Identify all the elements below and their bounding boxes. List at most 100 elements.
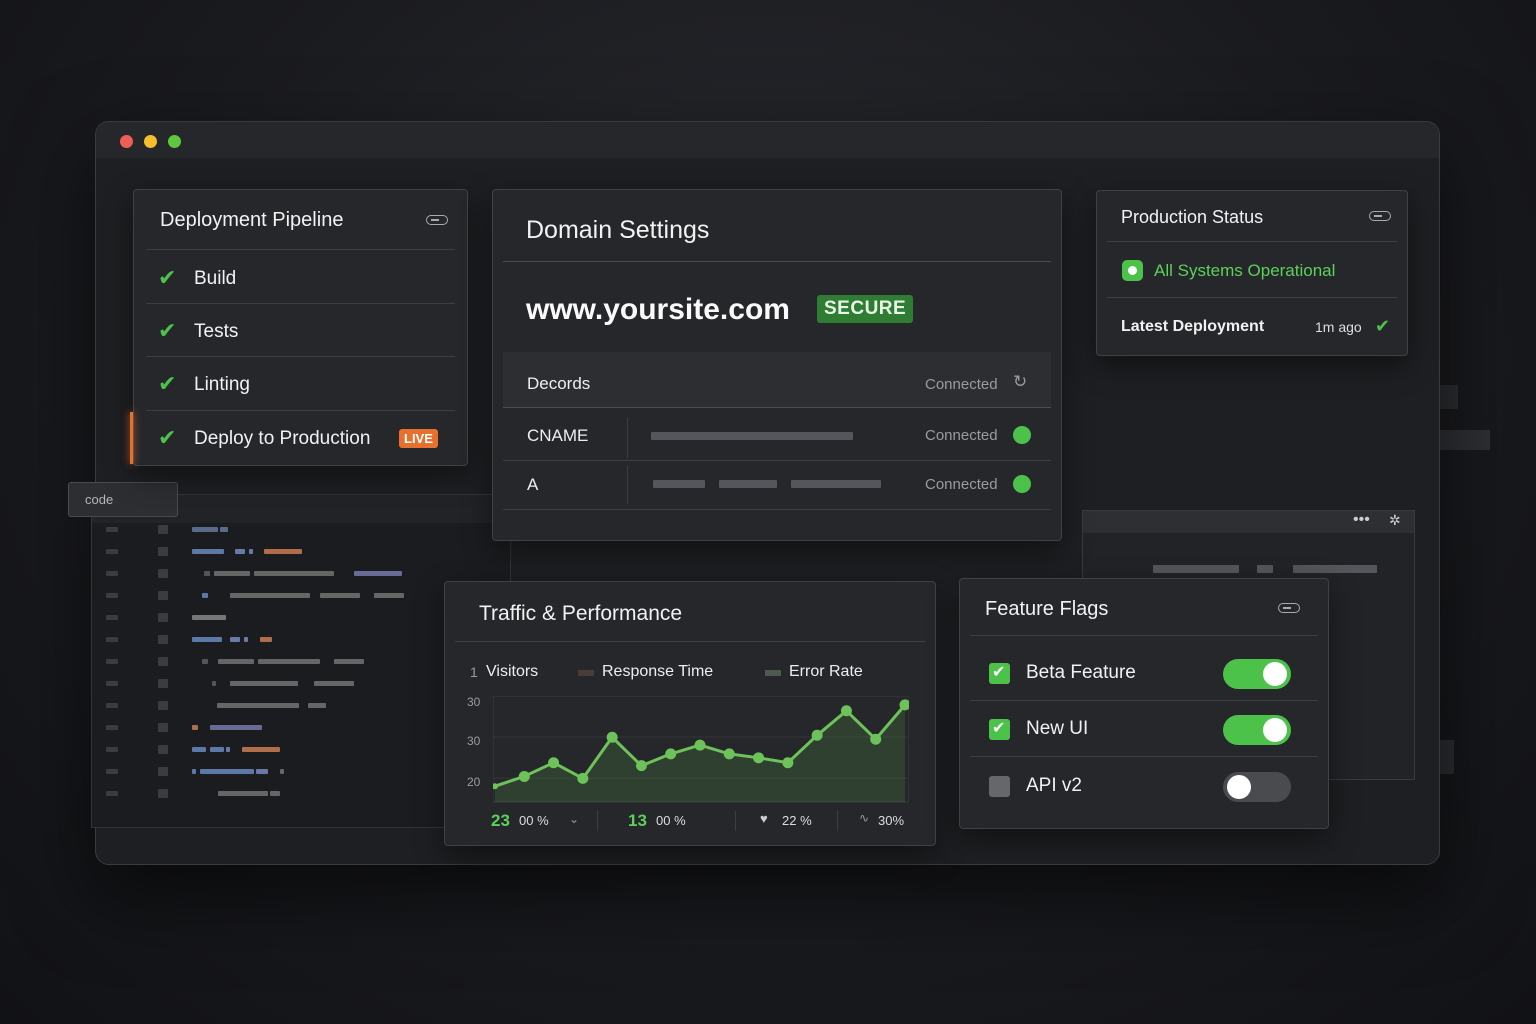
line-gutter	[158, 591, 168, 600]
code-token	[217, 703, 299, 708]
code-token	[280, 769, 284, 774]
data-point[interactable]	[870, 733, 882, 745]
line-gutter	[158, 613, 168, 622]
panel-title: Domain Settings	[526, 216, 710, 244]
menu-icon[interactable]	[1278, 603, 1300, 613]
data-point[interactable]	[518, 770, 530, 782]
legend-response-time: Response Time	[602, 663, 714, 680]
refresh-icon[interactable]: ↻	[1013, 372, 1027, 392]
latest-deployment-label: Latest Deployment	[1121, 318, 1265, 335]
stat-divider	[597, 811, 598, 831]
y-tick-label: 20	[467, 775, 481, 789]
code-token	[192, 549, 224, 554]
step-tests: Tests	[194, 321, 239, 342]
data-point[interactable]	[753, 752, 765, 764]
chevron-down-icon[interactable]: ⌄	[569, 812, 579, 826]
line-gutter	[158, 569, 168, 578]
record-status: Connected	[925, 476, 998, 493]
data-point[interactable]	[723, 748, 735, 760]
data-point[interactable]	[840, 705, 852, 717]
code-token	[192, 637, 222, 642]
code-token	[204, 571, 210, 576]
data-point[interactable]	[606, 731, 618, 743]
placeholder-bar	[1153, 565, 1239, 573]
code-token	[374, 593, 404, 598]
data-point[interactable]	[635, 760, 647, 772]
checkbox-beta-feature[interactable]: ✔	[989, 663, 1010, 684]
code-token	[314, 681, 354, 686]
minimize-dot[interactable]	[144, 135, 157, 148]
domain-settings-panel: Domain Settings www.yoursite.com SECURE …	[492, 189, 1062, 541]
step-build: Build	[194, 268, 237, 289]
heart-icon: ♥	[760, 811, 768, 826]
data-point[interactable]	[782, 757, 794, 769]
code-token	[218, 791, 268, 796]
code-token	[258, 659, 320, 664]
data-point[interactable]	[665, 748, 677, 760]
record-type: A	[527, 475, 539, 494]
more-icon[interactable]: •••	[1353, 511, 1370, 529]
code-token	[308, 703, 326, 708]
code-token	[256, 769, 268, 774]
line-gutter	[158, 525, 168, 534]
code-token	[210, 747, 224, 752]
check-icon: ✔	[992, 720, 1006, 737]
settings-icon[interactable]: ✲	[1389, 512, 1401, 529]
line-gutter	[106, 791, 118, 796]
code-token	[334, 659, 364, 664]
menu-icon[interactable]	[1369, 211, 1391, 221]
line-gutter	[106, 681, 118, 686]
line-gutter	[158, 701, 168, 710]
divider	[503, 460, 1051, 461]
divider	[1107, 241, 1397, 242]
code-tab[interactable]: code	[68, 482, 178, 517]
stat-text: 30%	[878, 813, 905, 828]
close-dot[interactable]	[120, 135, 133, 148]
toggle-knob	[1263, 718, 1287, 742]
hostname: www.yoursite.com	[526, 293, 790, 326]
divider	[970, 700, 1318, 701]
toggle-knob	[1227, 775, 1251, 799]
checkbox-new-ui[interactable]: ✔	[989, 719, 1010, 740]
check-icon: ✔	[1375, 316, 1391, 336]
code-token	[214, 571, 250, 576]
toggle-new-ui[interactable]	[1223, 715, 1291, 745]
toggle-api-v2[interactable]	[1223, 772, 1291, 802]
code-token	[230, 593, 310, 598]
latest-deployment-time: 1m ago	[1315, 319, 1362, 335]
column-divider	[627, 418, 628, 458]
data-point[interactable]	[694, 739, 706, 751]
data-point[interactable]	[811, 729, 823, 741]
divider	[146, 249, 455, 250]
code-token	[320, 593, 360, 598]
placeholder-bar	[1257, 565, 1273, 573]
data-point[interactable]	[548, 757, 560, 769]
code-token	[192, 747, 206, 752]
flag-label: New UI	[1026, 718, 1089, 739]
menu-icon[interactable]	[426, 215, 448, 225]
data-point[interactable]	[577, 772, 589, 784]
toggle-beta-feature[interactable]	[1223, 659, 1291, 689]
code-tab-label: code	[85, 492, 114, 507]
code-token	[218, 659, 254, 664]
records-header: Decords Connected ↻	[503, 352, 1051, 408]
record-value-bar	[651, 432, 853, 440]
code-token	[192, 769, 196, 774]
trend-icon: ∿	[859, 811, 870, 825]
series-area	[495, 704, 905, 802]
record-type: CNAME	[527, 426, 589, 445]
code-token	[192, 725, 198, 730]
panel-title: Production Status	[1121, 207, 1264, 227]
code-token	[235, 549, 245, 554]
flag-label: API v2	[1026, 775, 1082, 796]
code-token	[242, 747, 280, 752]
status-text: All Systems Operational	[1154, 261, 1336, 280]
maximize-dot[interactable]	[168, 135, 181, 148]
y-tick-label: 30	[467, 695, 481, 709]
y-tick-label: 30	[467, 734, 481, 748]
code-token	[210, 725, 262, 730]
checkbox-api-v2[interactable]	[989, 776, 1010, 797]
code-token	[192, 615, 226, 620]
title-bar	[96, 122, 1439, 158]
production-status-panel: Production Status All Systems Operationa…	[1096, 190, 1408, 356]
